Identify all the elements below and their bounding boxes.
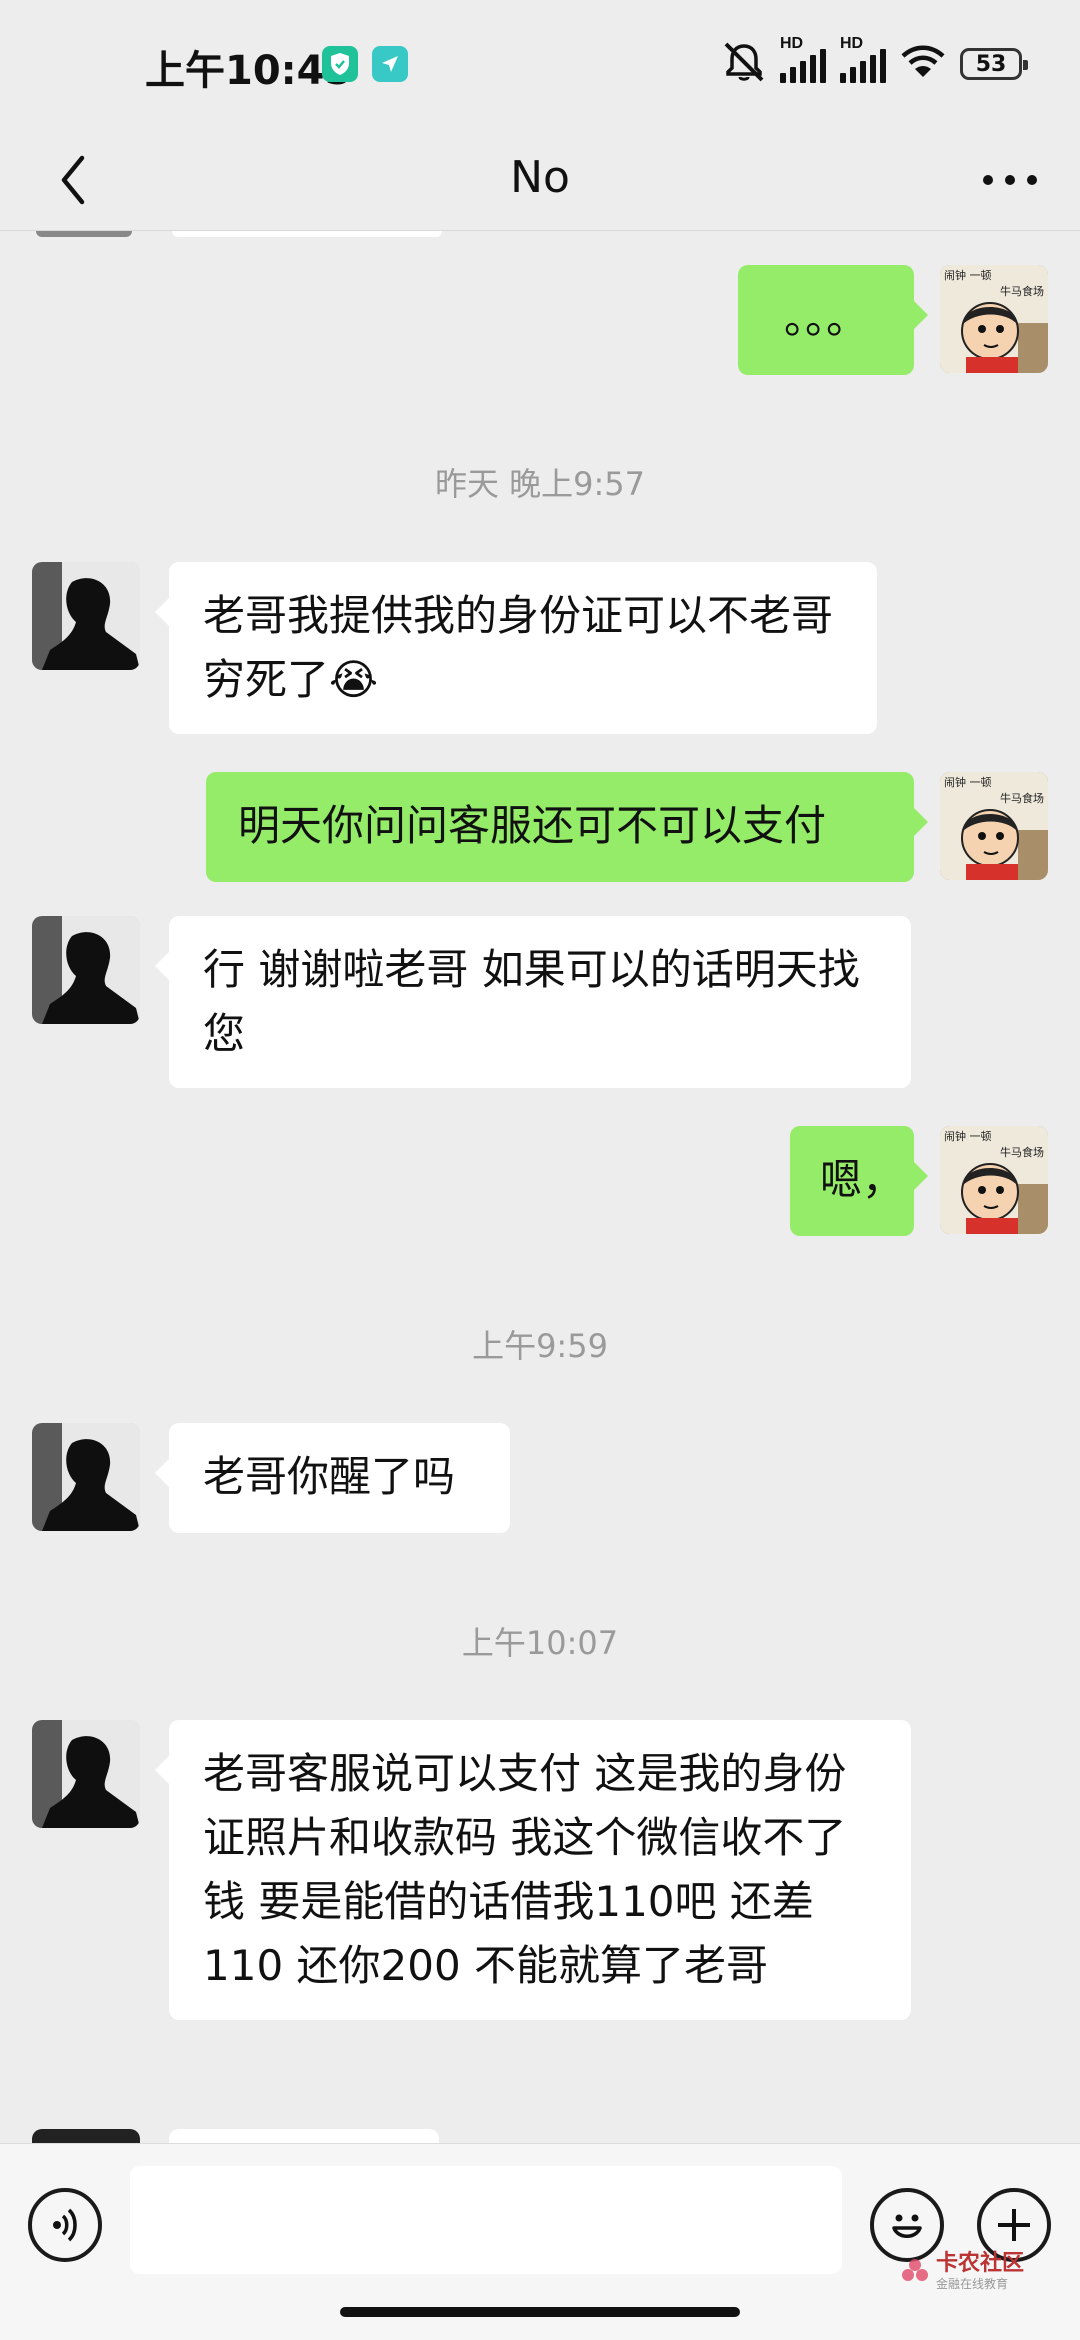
svg-text:牛马食场: 牛马食场 <box>1000 1145 1044 1159</box>
message-text: 老哥你醒了吗 <box>203 1452 456 1501</box>
contact-avatar[interactable] <box>32 916 140 1024</box>
flower-logo-icon <box>902 2258 928 2281</box>
watermark-title: 卡农社区 <box>936 2251 1025 2276</box>
chat-title: No <box>510 152 570 203</box>
home-indicator[interactable] <box>340 2307 740 2317</box>
contact-avatar[interactable] <box>32 1423 140 1531</box>
chat-header: No <box>0 130 1080 230</box>
cartoon-avatar-icon: 闹钟 一顿 牛马食场 <box>940 772 1048 880</box>
peek-bubble <box>169 2129 439 2143</box>
message-bubble-other[interactable]: 老哥我提供我的身份证可以不老哥 穷死了😭 <box>155 562 877 734</box>
message-bubble-self[interactable]: 嗯， <box>790 1126 928 1236</box>
svg-text:闹钟 一顿: 闹钟 一顿 <box>944 775 992 789</box>
hd-label: HD <box>840 35 864 52</box>
voice-button[interactable] <box>28 2188 102 2262</box>
message-bubble-other[interactable]: 行 谢谢啦老哥 如果可以的话明天找您 <box>155 916 911 1088</box>
input-bar: 卡农社区 金融在线教育 <box>0 2143 1080 2340</box>
self-avatar[interactable]: 闹钟 一顿 牛马食场 <box>940 1126 1048 1234</box>
contact-avatar[interactable] <box>32 1720 140 1828</box>
voice-icon <box>53 2208 77 2242</box>
wifi-icon <box>900 44 946 84</box>
message-text: 老哥我提供我的身份证可以不老哥 穷死了😭 <box>203 591 834 704</box>
svg-text:牛马食场: 牛马食场 <box>1000 284 1044 298</box>
status-bar: 上午10:45 HD HD 53 <box>0 0 1080 130</box>
message-bubble-other[interactable]: 老哥你醒了吗 <box>155 1423 510 1533</box>
silhouette-avatar-icon <box>32 1720 140 1828</box>
svg-text:牛马食场: 牛马食场 <box>1000 791 1044 805</box>
svg-text:闹钟 一顿: 闹钟 一顿 <box>944 1129 992 1143</box>
mute-icon <box>722 42 766 86</box>
peek-avatar <box>36 231 132 237</box>
message-text: 嗯， <box>820 1155 905 1204</box>
message-text: 明天你问问客服还可不可以支付 <box>238 801 827 850</box>
plus-icon <box>998 2209 1030 2241</box>
contact-avatar[interactable] <box>32 562 140 670</box>
emoji-icon <box>892 2214 922 2238</box>
silhouette-avatar-icon <box>32 562 140 670</box>
message-input[interactable] <box>130 2166 842 2274</box>
peek-bubble <box>172 231 442 237</box>
self-avatar[interactable]: 闹钟 一顿 牛马食场 <box>940 265 1048 373</box>
watermark: 卡农社区 金融在线教育 <box>900 2253 1024 2290</box>
hd-signal-icon: HD <box>840 35 886 83</box>
more-dots-icon <box>983 175 1037 185</box>
message-bubble-other[interactable]: 老哥客服说可以支付 这是我的身份证照片和收款码 我这个微信收不了钱 要是能借的话… <box>155 1720 911 2020</box>
peek-avatar <box>32 2129 140 2143</box>
message-bubble-self[interactable]: 明天你问问客服还可不可以支付 <box>206 772 928 882</box>
shield-badge-icon <box>322 46 358 82</box>
silhouette-avatar-icon <box>32 916 140 1024</box>
cartoon-avatar-icon: 闹钟 一顿 牛马食场 <box>940 1126 1048 1234</box>
cartoon-avatar-icon: 闹钟 一顿 牛马食场 <box>940 265 1048 373</box>
watermark-subtitle: 金融在线教育 <box>936 2277 1009 2291</box>
battery-icon: 53 <box>960 48 1028 80</box>
message-text: 老哥客服说可以支付 这是我的身份证照片和收款码 我这个微信收不了钱 要是能借的话… <box>203 1749 847 1990</box>
timestamp: 上午10:07 <box>461 1624 619 1662</box>
message-text: 行 谢谢啦老哥 如果可以的话明天找您 <box>203 945 860 1058</box>
navigation-badge-icon <box>372 46 408 82</box>
svg-text:闹钟 一顿: 闹钟 一顿 <box>944 268 992 282</box>
chat-area[interactable]: 。。。 闹钟 一顿 牛马食场 昨天 晚上9:57 老哥我提供我的身份证可以不老哥… <box>0 231 1080 2143</box>
hd-label: HD <box>780 35 804 52</box>
more-button[interactable] <box>970 142 1050 218</box>
emoji-button[interactable] <box>870 2188 944 2262</box>
self-avatar[interactable]: 闹钟 一顿 牛马食场 <box>940 772 1048 880</box>
status-icons: HD HD 53 <box>722 35 1028 88</box>
timestamp: 昨天 晚上9:57 <box>434 465 646 503</box>
silhouette-avatar-icon <box>32 1423 140 1531</box>
message-text: 。。。 <box>783 294 868 343</box>
battery-level: 53 <box>975 51 1007 77</box>
timestamp: 上午9:59 <box>472 1327 608 1365</box>
message-bubble-self[interactable]: 。。。 <box>738 265 928 375</box>
hd-signal-icon: HD <box>780 35 826 83</box>
